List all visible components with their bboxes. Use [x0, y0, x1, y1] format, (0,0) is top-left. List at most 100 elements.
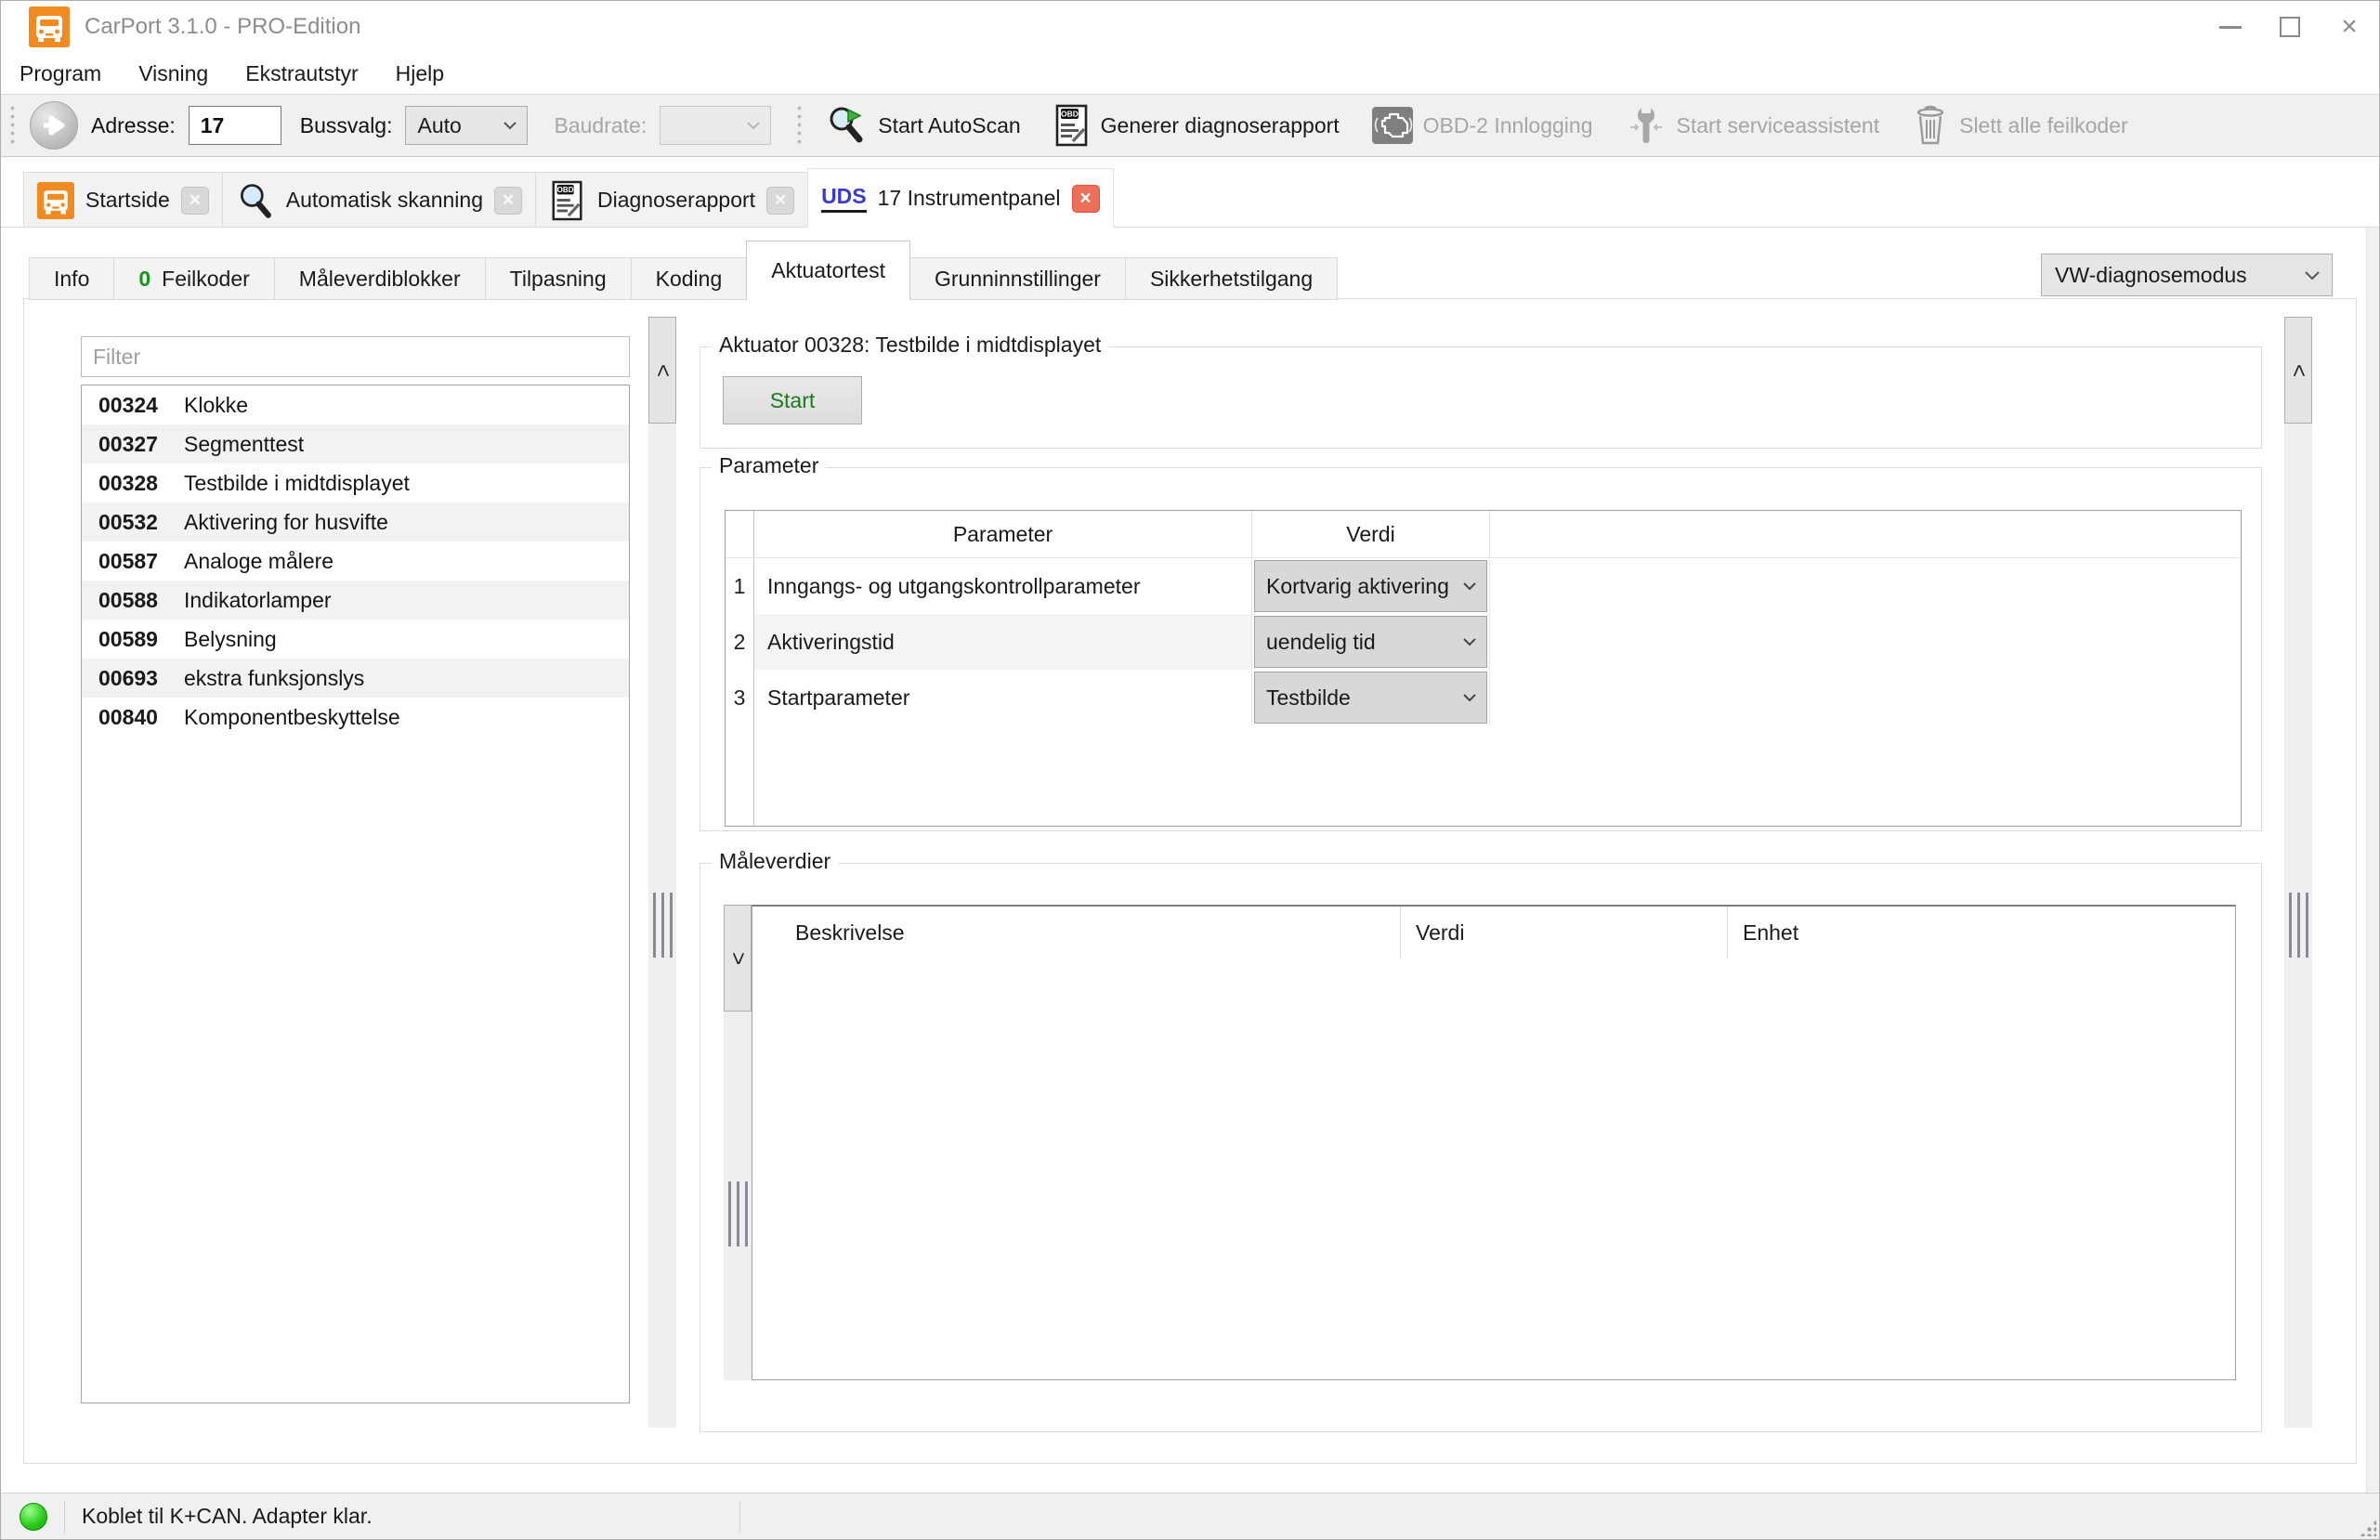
list-item[interactable]: 00532Aktivering for husvifte	[82, 502, 629, 542]
close-button[interactable]: ×	[2320, 1, 2379, 53]
resize-grip[interactable]	[2360, 1520, 2376, 1536]
param-column-header: Parameter	[754, 511, 1252, 558]
collapse-right-icon: >	[725, 951, 751, 964]
tab-koding[interactable]: Koding	[631, 257, 748, 300]
baud-select	[660, 106, 771, 145]
tab-automatisk-skanning[interactable]: Automatisk skanning ×	[222, 172, 536, 228]
collapse-left-icon: <	[2285, 363, 2311, 376]
bus-select-value: Auto	[417, 113, 461, 138]
document-tab-bar: Startside × Automatisk skanning × OBD Di…	[1, 157, 2379, 228]
verdi-column-header: Verdi	[1401, 907, 1728, 959]
collapse-left-button[interactable]: <	[648, 317, 676, 424]
expand-right-button[interactable]: >	[724, 905, 752, 1011]
splitter-grip[interactable]	[727, 1181, 748, 1246]
tab-uds-instrumentpanel[interactable]: UDS 17 Instrumentpanel ×	[807, 168, 1113, 228]
chevron-down-icon	[503, 121, 517, 130]
menu-hjelp[interactable]: Hjelp	[377, 56, 463, 92]
status-bar: Koblet til K+CAN. Adapter klar.	[1, 1493, 2379, 1539]
statusbar-separator	[739, 1500, 740, 1533]
chevron-down-icon	[2304, 270, 2321, 281]
close-tab-icon[interactable]: ×	[181, 187, 209, 215]
menu-program[interactable]: Program	[1, 56, 120, 92]
toolbar: Adresse: Bussvalg: Auto Baudrate: Start …	[1, 94, 2379, 157]
chevron-down-icon	[1462, 581, 1477, 591]
toolbar-grip[interactable]	[8, 104, 17, 147]
minimize-button[interactable]	[2201, 1, 2260, 53]
tab-tilpasning[interactable]: Tilpasning	[485, 257, 632, 300]
row-number: 3	[726, 670, 754, 725]
list-item[interactable]: 00588Indikatorlamper	[82, 581, 629, 620]
tab-diagnoserapport[interactable]: OBD Diagnoserapport ×	[535, 172, 808, 228]
close-tab-icon[interactable]: ×	[1072, 185, 1100, 213]
baud-label: Baudrate:	[554, 113, 647, 138]
right-edge-panel	[2366, 228, 2379, 1493]
car-icon	[37, 182, 74, 219]
tab-sikkerhetstilgang[interactable]: Sikkerhetstilgang	[1125, 257, 1338, 300]
right-splitter[interactable]: <	[2284, 317, 2312, 1428]
toolbar-grip[interactable]	[795, 104, 804, 147]
param-name: Startparameter	[754, 670, 1252, 725]
parameter-group-title: Parameter	[712, 453, 826, 478]
menu-bar: Program Visning Ekstrautstyr Hjelp	[1, 53, 2379, 94]
address-input[interactable]	[189, 106, 281, 145]
start-autoscan-button[interactable]: Start AutoScan	[817, 98, 1029, 152]
connection-status-led-icon	[20, 1503, 47, 1531]
app-car-icon	[29, 7, 70, 47]
svg-text:OBD: OBD	[557, 185, 574, 193]
svg-text:OBD: OBD	[1061, 110, 1079, 119]
connect-arrow-button[interactable]	[30, 101, 78, 150]
maleverdier-splitter[interactable]: >	[724, 905, 752, 1380]
diagnose-mode-select[interactable]: VW-diagnosemodus	[2041, 254, 2333, 296]
splitter-grip[interactable]	[2288, 893, 2308, 958]
collapse-right-button[interactable]: <	[2284, 317, 2312, 424]
list-item[interactable]: 00587Analoge målere	[82, 542, 629, 581]
filter-input[interactable]	[81, 336, 630, 377]
diagnose-mode-value: VW-diagnosemodus	[2055, 263, 2247, 288]
parameter-table: Parameter Verdi 1 Inngangs- og utgangsko…	[725, 510, 2242, 827]
actuator-list[interactable]: 00324Klokke 00327Segmenttest 00328Testbi…	[81, 385, 630, 1403]
list-item[interactable]: 00327Segmenttest	[82, 424, 629, 463]
close-tab-icon[interactable]: ×	[766, 187, 794, 215]
list-item[interactable]: 00589Belysning	[82, 620, 629, 659]
window-title: CarPort 3.1.0 - PRO-Edition	[85, 14, 360, 40]
enhet-column-header: Enhet	[1728, 907, 2235, 959]
list-item[interactable]: 00328Testbilde i midtdisplayet	[82, 463, 629, 502]
menu-visning[interactable]: Visning	[120, 56, 227, 92]
list-item[interactable]: 00324Klokke	[82, 385, 629, 424]
left-splitter[interactable]: <	[648, 317, 676, 1428]
actuator-group: Aktuator 00328: Testbilde i midtdisplaye…	[700, 346, 2262, 449]
start-actuator-button[interactable]: Start	[723, 376, 862, 424]
tab-aktuatortest[interactable]: Aktuatortest	[746, 241, 910, 300]
uds-badge: UDS	[821, 184, 867, 213]
verdi-column-header: Verdi	[1252, 511, 1490, 558]
param-value-select[interactable]: Kortvarig aktivering	[1254, 560, 1487, 612]
parameter-group: Parameter Parameter Verdi 1 Inngangs- og…	[700, 467, 2262, 831]
beskrivelse-column-header: Beskrivelse	[752, 907, 1401, 959]
tab-startside[interactable]: Startside ×	[23, 172, 223, 228]
param-value-select[interactable]: Testbilde	[1254, 672, 1487, 724]
list-item[interactable]: 00693ekstra funksjonslys	[82, 659, 629, 698]
tab-feilkoder[interactable]: 0 Feilkoder	[113, 257, 274, 300]
row-number: 2	[726, 614, 754, 670]
generate-report-button[interactable]: OBD Generer diagnoserapport	[1043, 98, 1349, 152]
maximize-button[interactable]	[2260, 1, 2320, 53]
param-value-select[interactable]: uendelig tid	[1254, 616, 1487, 668]
list-item[interactable]: 00840Komponentbeskyttelse	[82, 698, 629, 737]
row-number: 1	[726, 558, 754, 614]
arrow-right-icon	[42, 115, 66, 136]
service-assistant-button: Start serviceassistent	[1615, 98, 1890, 152]
close-tab-icon[interactable]: ×	[494, 187, 522, 215]
wrench-icon	[1625, 104, 1667, 147]
menu-ekstrautstyr[interactable]: Ekstrautstyr	[227, 56, 376, 92]
splitter-grip[interactable]	[652, 893, 673, 958]
param-name: Aktiveringstid	[754, 614, 1252, 670]
chevron-down-icon	[746, 121, 761, 130]
bus-select[interactable]: Auto	[405, 106, 528, 145]
tab-maleverdiblokker[interactable]: Måleverdiblokker	[274, 257, 486, 300]
module-tab-bar: Info 0 Feilkoder Måleverdiblokker Tilpas…	[29, 241, 1337, 300]
actuator-group-title: Aktuator 00328: Testbilde i midtdisplaye…	[712, 333, 1108, 358]
tab-grunninnstillinger[interactable]: Grunninnstillinger	[909, 257, 1126, 300]
chevron-down-icon	[1462, 693, 1477, 702]
tab-info[interactable]: Info	[29, 257, 114, 300]
maleverdier-group-title: Måleverdier	[712, 849, 838, 874]
